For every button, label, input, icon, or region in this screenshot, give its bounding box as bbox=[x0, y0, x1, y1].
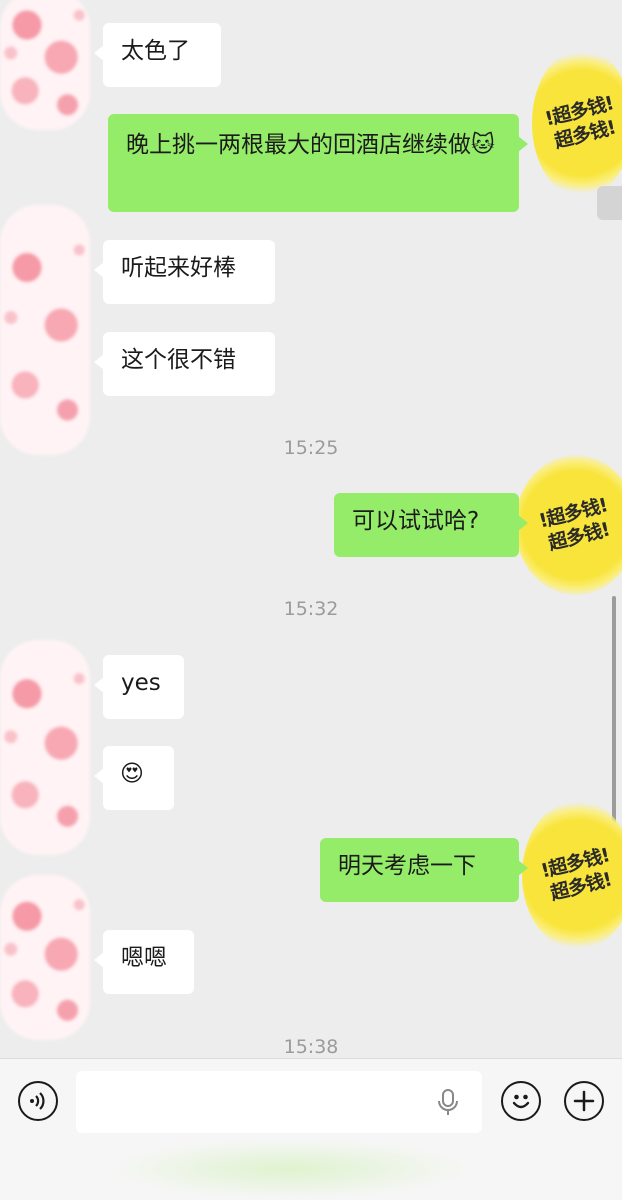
side-tab[interactable] bbox=[597, 186, 622, 220]
self-avatar[interactable]: !超多钱!超多钱! bbox=[522, 800, 622, 950]
dog-emoji-icon: 🐱 bbox=[471, 132, 495, 158]
contact-avatar[interactable] bbox=[0, 205, 90, 455]
message-input-box[interactable] bbox=[76, 1071, 482, 1135]
contact-avatar[interactable] bbox=[0, 0, 90, 130]
scrollbar[interactable] bbox=[612, 596, 616, 826]
more-button[interactable] bbox=[564, 1081, 604, 1121]
message-text: yes bbox=[121, 670, 161, 696]
message-input[interactable] bbox=[88, 1071, 432, 1135]
contact-avatar[interactable] bbox=[0, 640, 90, 855]
timestamp: 15:32 bbox=[283, 598, 339, 620]
message-text: 晚上挑一两根最大的回酒店继续做 bbox=[126, 132, 471, 158]
message-bubble-incoming[interactable]: 听起来好棒 bbox=[94, 240, 275, 304]
message-text: 听起来好棒 bbox=[121, 255, 236, 281]
microphone-icon[interactable] bbox=[436, 1088, 460, 1118]
self-avatar[interactable]: !超多钱!超多钱! bbox=[515, 455, 622, 595]
message-bubble-incoming[interactable]: 嗯嗯 bbox=[94, 930, 194, 994]
message-bubble-outgoing[interactable]: 晚上挑一两根最大的回酒店继续做🐱 bbox=[108, 114, 528, 212]
contact-avatar[interactable] bbox=[0, 875, 90, 1040]
message-text: 嗯嗯 bbox=[121, 945, 167, 971]
timestamp: 15:25 bbox=[283, 437, 339, 459]
keyboard-glow bbox=[110, 1139, 470, 1199]
input-bar bbox=[0, 1058, 622, 1200]
emoji-icon bbox=[512, 1094, 530, 1109]
plus-icon bbox=[573, 1090, 595, 1112]
chat-area[interactable]: 太色了 !超多钱!超多钱! 晚上挑一两根最大的回酒店继续做🐱 听起来好棒 这个很… bbox=[0, 0, 622, 1058]
message-bubble-outgoing[interactable]: 明天考虑一下 bbox=[320, 838, 528, 902]
self-avatar-text: !超多钱!超多钱! bbox=[542, 92, 618, 153]
self-avatar-text: !超多钱!超多钱! bbox=[538, 844, 614, 905]
self-avatar[interactable]: !超多钱!超多钱! bbox=[532, 48, 622, 198]
voice-icon bbox=[30, 1092, 45, 1110]
message-text: 可以试试哈? bbox=[352, 508, 480, 534]
voice-button[interactable] bbox=[18, 1081, 58, 1121]
message-text: 这个很不错 bbox=[121, 347, 236, 373]
emoji-button[interactable] bbox=[501, 1081, 541, 1121]
message-bubble-incoming[interactable]: 太色了 bbox=[94, 23, 221, 87]
message-bubble-incoming[interactable]: yes bbox=[94, 655, 184, 719]
self-avatar-text: !超多钱!超多钱! bbox=[536, 494, 612, 555]
timestamp: 15:38 bbox=[283, 1036, 339, 1058]
message-bubble-outgoing[interactable]: 可以试试哈? bbox=[334, 493, 528, 557]
heart-eyes-emoji-icon: 😍 bbox=[120, 761, 144, 787]
message-text: 太色了 bbox=[121, 38, 190, 64]
message-bubble-incoming[interactable]: 这个很不错 bbox=[94, 332, 275, 396]
message-text: 明天考虑一下 bbox=[338, 853, 476, 879]
message-bubble-incoming[interactable]: 😍 bbox=[94, 746, 174, 810]
